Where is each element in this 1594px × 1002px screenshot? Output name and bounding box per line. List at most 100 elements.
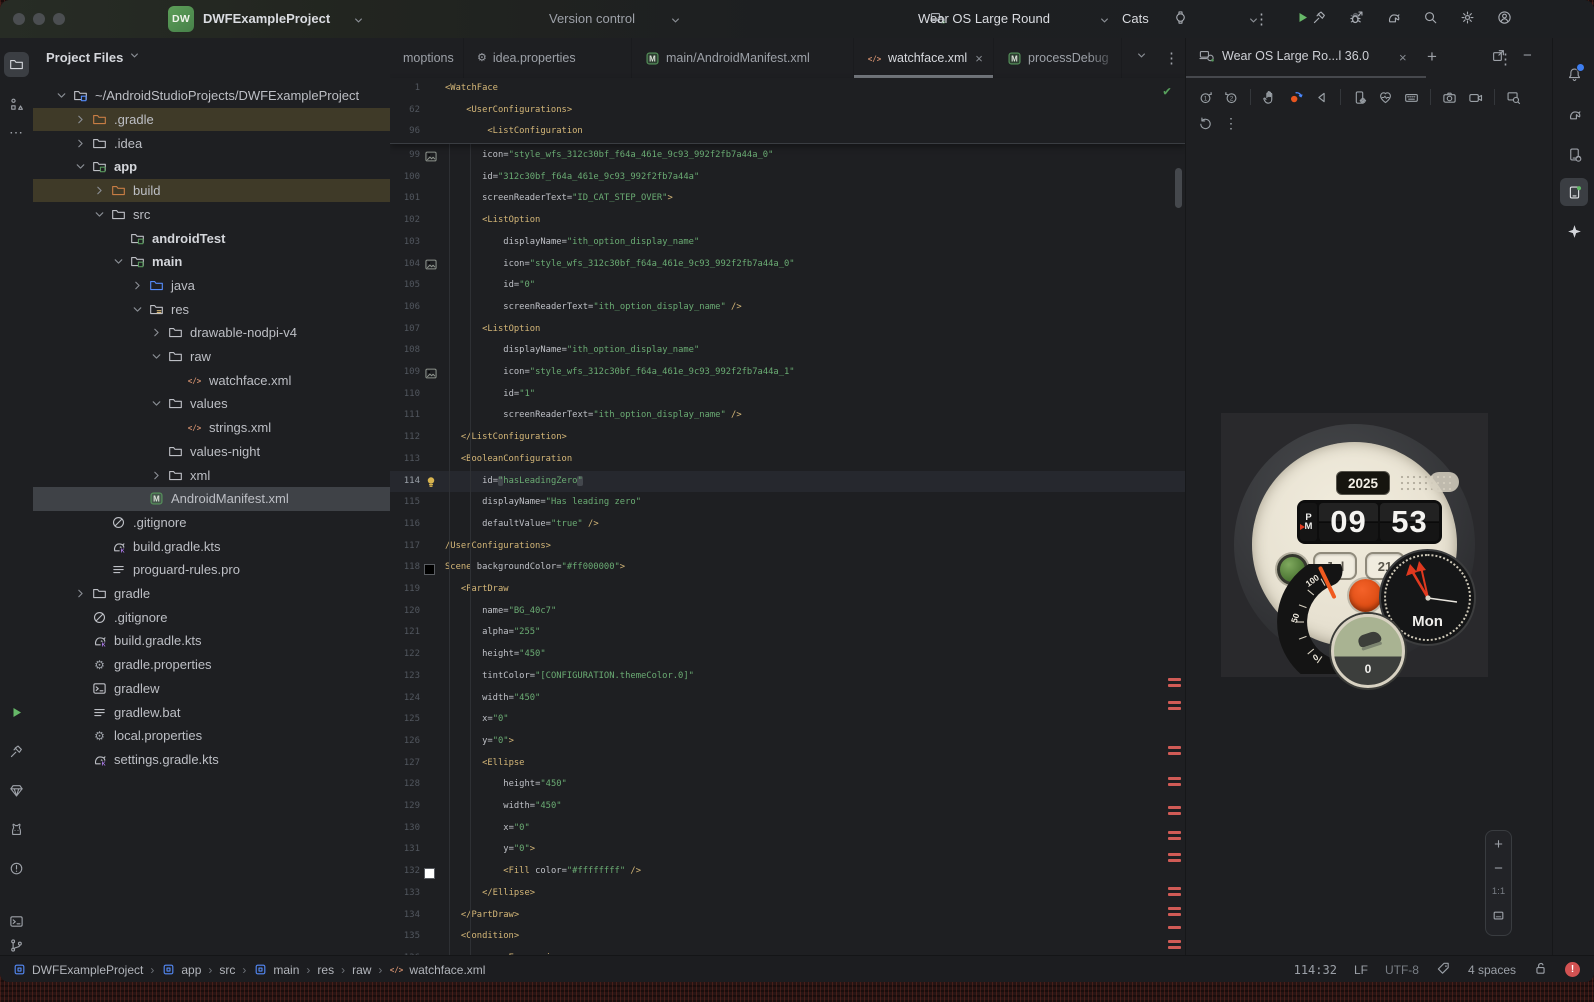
gradle-sync-button[interactable]	[1386, 10, 1401, 25]
tree-item-main[interactable]: main	[33, 250, 390, 274]
tree-item-gradle-properties[interactable]: ⚙ gradle.properties	[33, 653, 390, 677]
error-stripe-mark[interactable]	[1168, 783, 1181, 786]
code-line-126[interactable]: 126 y="0">	[390, 731, 1185, 753]
device-settings-button[interactable]	[1352, 90, 1367, 105]
code-line-111[interactable]: 111 screenReaderText="ith_option_display…	[390, 405, 1185, 427]
warning-stripe-mark[interactable]	[1168, 707, 1181, 710]
hide-panel-button[interactable]: −	[1523, 47, 1532, 64]
user-button[interactable]	[1497, 10, 1512, 25]
tree-item-androidstudioprojects-dwfexampleproject[interactable]: ~/AndroidStudioProjects/DWFExampleProjec…	[33, 84, 390, 108]
device-screen-mirror[interactable]: 2025 PM 09 53 Jul 21 100 50 0 Mon 0	[1221, 413, 1488, 688]
image-preview-icon[interactable]	[424, 366, 438, 380]
hand-button[interactable]	[1262, 90, 1277, 105]
code-line-1[interactable]: 1 <WatchFace	[390, 78, 1185, 100]
code-line-113[interactable]: 113 <BooleanConfiguration	[390, 449, 1185, 471]
tab-moptions[interactable]: moptions	[390, 38, 464, 78]
line-ending-widget[interactable]: LF	[1354, 963, 1368, 977]
code-line-96[interactable]: 96 <ListConfiguration	[390, 121, 1185, 143]
code-line-136[interactable]: 136 <Expressions>	[390, 948, 1185, 955]
code-line-109[interactable]: 109 icon="style_wfs_312c30bf_f64a_461e_9…	[390, 362, 1185, 384]
tree-item-proguard-rules-pro[interactable]: proguard-rules.pro	[33, 558, 390, 582]
code-line-115[interactable]: 115 displayName="Has leading zero"	[390, 492, 1185, 514]
tree-item-src[interactable]: src	[33, 203, 390, 227]
hidden-tabs-button[interactable]	[1135, 49, 1148, 67]
code-line-102[interactable]: 102 <ListOption	[390, 210, 1185, 232]
error-stripe-mark[interactable]	[1168, 893, 1181, 896]
error-stripe-mark[interactable]	[1168, 746, 1181, 749]
project-name-menu[interactable]: DWFExampleProject	[203, 11, 330, 26]
tree-item-java[interactable]: java	[33, 274, 390, 298]
tab-main-androidmanifest-xml[interactable]: M main/AndroidManifest.xml	[632, 38, 854, 78]
panel-options-button[interactable]: ⋮	[1498, 50, 1513, 68]
error-stripe-mark[interactable]	[1168, 859, 1181, 862]
tool-logcat[interactable]	[4, 817, 29, 842]
keyboard-button[interactable]	[1404, 90, 1419, 105]
rotate-1-button[interactable]: 1	[1198, 90, 1213, 105]
tree-item-xml[interactable]: xml	[33, 463, 390, 487]
breadcrumb-app[interactable]: app	[161, 962, 201, 977]
rotate-2-button[interactable]: 2	[1224, 90, 1239, 105]
health-button[interactable]	[1378, 90, 1393, 105]
breadcrumb-main[interactable]: main	[253, 962, 299, 977]
code-line-117[interactable]: 117 /UserConfigurations>	[390, 536, 1185, 558]
warning-stripe-mark[interactable]	[1168, 831, 1181, 834]
code-line-104[interactable]: 104 icon="style_wfs_312c30bf_f64a_461e_9…	[390, 254, 1185, 276]
intention-bulb-icon[interactable]	[424, 475, 438, 489]
tree-item-gitignore[interactable]: .gitignore	[33, 511, 390, 535]
warning-stripe-mark[interactable]	[1168, 940, 1181, 943]
tree-item-app[interactable]: app	[33, 155, 390, 179]
reset-button[interactable]	[1198, 116, 1213, 131]
tab-processdebug[interactable]: M processDebug	[994, 38, 1122, 78]
code-line-130[interactable]: 130 x="0"	[390, 818, 1185, 840]
code-line-116[interactable]: 116 defaultValue="true" />	[390, 514, 1185, 536]
code-line-135[interactable]: 135 <Condition>	[390, 926, 1185, 948]
zoom-out-button[interactable]: −	[1494, 861, 1503, 876]
error-indicator[interactable]: !	[1565, 962, 1580, 977]
breadcrumb-src[interactable]: src	[219, 963, 235, 977]
code-line-101[interactable]: 101 screenReaderText="ID_CAT_STEP_OVER">	[390, 188, 1185, 210]
tag-icon[interactable]	[1436, 961, 1451, 979]
code-line-125[interactable]: 125 x="0"	[390, 709, 1185, 731]
tool-gradle[interactable]	[1560, 100, 1588, 128]
tool-project[interactable]	[4, 52, 29, 77]
record-button[interactable]	[1468, 90, 1483, 105]
code-line-100[interactable]: 100 id="312c30bf_f64a_461e_9c93_992f2fb7…	[390, 167, 1185, 189]
tree-item-drawable-nodpi-v4[interactable]: drawable-nodpi-v4	[33, 321, 390, 345]
tree-item-gradlew-bat[interactable]: gradlew.bat	[33, 700, 390, 724]
tool-app-insights[interactable]	[4, 778, 29, 803]
code-line-128[interactable]: 128 height="450"	[390, 774, 1185, 796]
tree-item-build-gradle-kts[interactable]: K build.gradle.kts	[33, 629, 390, 653]
editor-options-button[interactable]: ⋮	[1164, 49, 1179, 67]
color-preview-black[interactable]	[424, 564, 435, 576]
image-preview-icon[interactable]	[424, 149, 438, 163]
image-preview-icon[interactable]	[424, 258, 438, 272]
caret-position[interactable]: 114:32	[1294, 963, 1337, 977]
tab-idea-properties[interactable]: ⚙ idea.properties	[464, 38, 632, 78]
project-badge[interactable]: DW	[168, 6, 194, 32]
code-line-99[interactable]: 99 icon="style_wfs_312c30bf_f64a_461e_9c…	[390, 145, 1185, 167]
tree-item-idea[interactable]: .idea	[33, 131, 390, 155]
zoom-window-button[interactable]	[53, 13, 65, 25]
error-stripe-mark[interactable]	[1168, 812, 1181, 815]
run-button[interactable]	[1295, 12, 1310, 29]
tree-item-build-gradle-kts[interactable]: K build.gradle.kts	[33, 534, 390, 558]
warning-stripe-mark[interactable]	[1168, 853, 1181, 856]
zoom-reset-button[interactable]: 1:1	[1492, 886, 1505, 897]
version-control-menu[interactable]: Version control	[549, 11, 635, 26]
lock-icon[interactable]	[1533, 961, 1548, 979]
code-line-105[interactable]: 105 id="0"	[390, 275, 1185, 297]
tree-item-gradlew[interactable]: gradlew	[33, 677, 390, 701]
code-line-129[interactable]: 129 width="450"	[390, 796, 1185, 818]
tool-device-manager[interactable]	[1560, 140, 1588, 168]
close-device-tab-button[interactable]: ×	[1399, 50, 1407, 65]
code-viewport[interactable]: 99 icon="style_wfs_312c30bf_f64a_461e_9c…	[390, 78, 1185, 955]
error-stripe-mark[interactable]	[1168, 752, 1181, 755]
tool-more-h[interactable]: ⋯	[4, 120, 29, 145]
tree-item-raw[interactable]: raw	[33, 345, 390, 369]
warning-stripe-mark[interactable]	[1168, 926, 1181, 929]
tree-item-gradle[interactable]: .gradle	[33, 107, 390, 132]
code-line-114[interactable]: 114 id="hasLeadingZero"	[390, 470, 1185, 493]
code-line-118[interactable]: 118 Scene backgroundColor="#ff000000">	[390, 557, 1185, 579]
code-line-110[interactable]: 110 id="1"	[390, 384, 1185, 406]
tree-item-gitignore[interactable]: .gitignore	[33, 605, 390, 629]
